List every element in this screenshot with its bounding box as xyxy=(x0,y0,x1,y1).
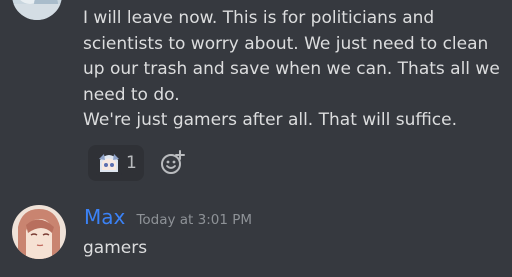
message-line: We're just gamers after all. That will s… xyxy=(83,110,458,130)
chat-messages: I will leave now. This is for politician… xyxy=(0,0,512,277)
reaction-count: 1 xyxy=(126,153,137,173)
user-avatar[interactable] xyxy=(12,0,62,20)
message-line: scientists to worry about. We just need … xyxy=(83,33,489,54)
anime-character-emoji-icon xyxy=(96,150,122,176)
message-line: I will leave now. This is for politician… xyxy=(83,8,435,28)
reaction-button[interactable]: 1 xyxy=(88,145,144,181)
author-name[interactable]: Max xyxy=(84,205,125,229)
max-avatar[interactable] xyxy=(12,205,66,259)
message-content: gamers xyxy=(83,236,147,262)
message-content: I will leave now. This is for politician… xyxy=(83,6,500,134)
message-line: gamers xyxy=(83,238,148,258)
message-header: Max Today at 3:01 PM xyxy=(84,205,252,229)
message-line: need to do. xyxy=(83,84,180,105)
timestamp: Today at 3:01 PM xyxy=(136,212,253,228)
add-reaction-icon[interactable] xyxy=(159,150,185,176)
message-line: up our trash and save when we can. Thats… xyxy=(83,59,500,79)
